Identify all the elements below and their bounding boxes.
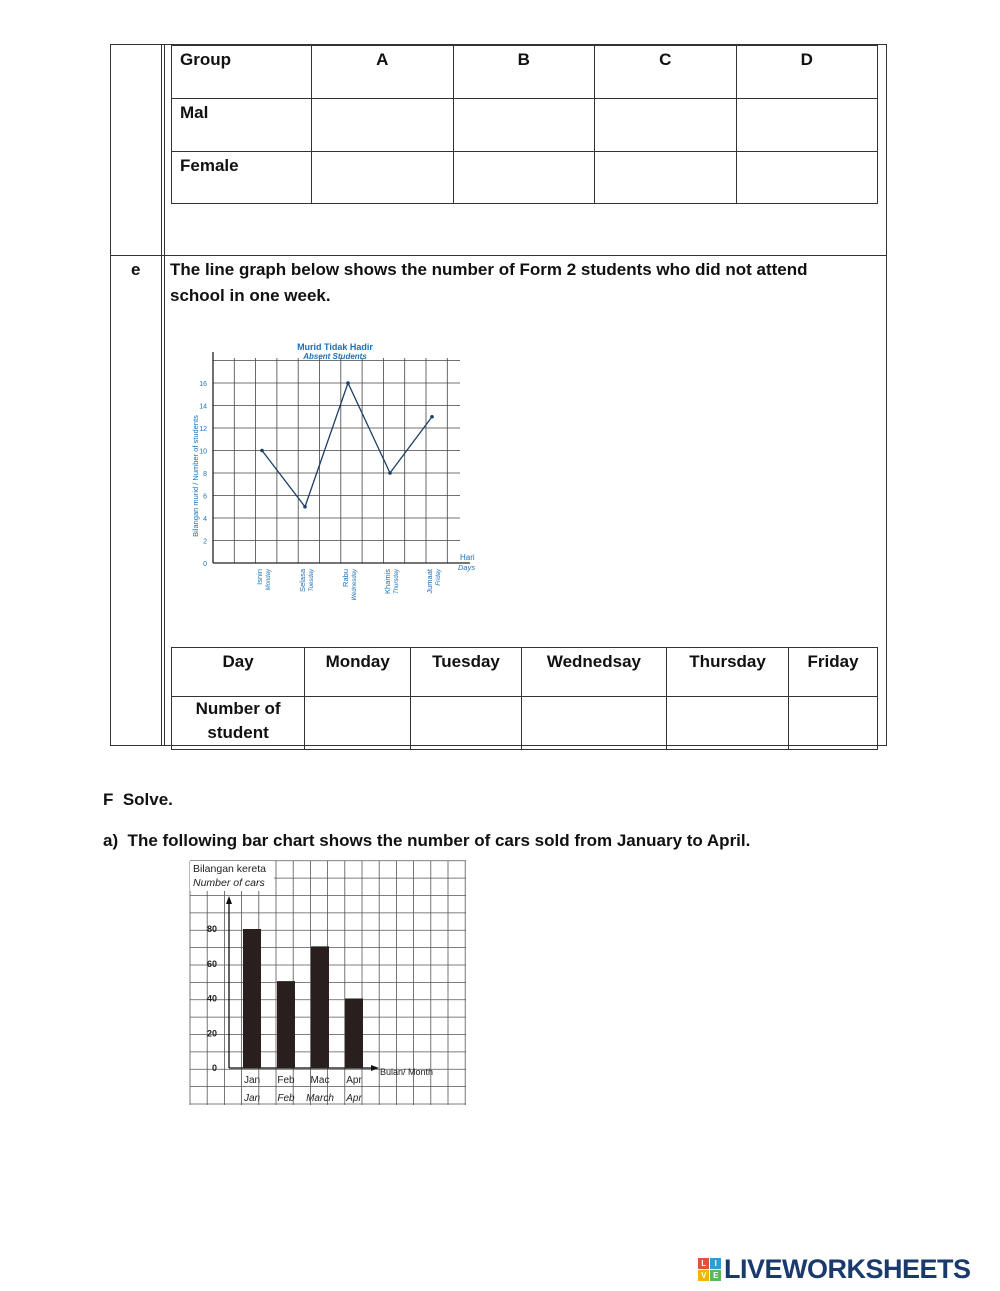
- x-tick-label-en: Tuesday: [309, 568, 315, 592]
- bar: [277, 981, 295, 1068]
- bar: [243, 929, 261, 1068]
- header-group: Group: [171, 45, 312, 99]
- x-tick-label: Feb: [277, 1075, 295, 1086]
- row-label-line-2: student: [207, 723, 269, 742]
- question-a-text: a) The following bar chart shows the num…: [103, 831, 751, 850]
- header-day: Day: [170, 647, 306, 697]
- row-label-number-of-student: Number of student: [170, 696, 306, 750]
- y-tick-label: 20: [207, 1028, 217, 1038]
- y-tick-label: 80: [207, 924, 217, 934]
- header-wednesday: Wednedsay: [520, 647, 668, 697]
- logo-text: LIVEWORKSHEETS: [724, 1254, 971, 1284]
- x-tick-label: Khamis: [383, 569, 392, 594]
- cars-sold-bar-chart: Bilangan kereta Number of cars 0 20 40 60 80…: [189, 860, 466, 1105]
- x-tick-label: Isnin: [255, 569, 264, 585]
- y-tick-label: 60: [207, 959, 217, 969]
- y-tick-label: 0: [212, 1063, 217, 1073]
- answer-cell[interactable]: [735, 98, 878, 152]
- y-tick-label: 16: [199, 381, 207, 388]
- row-label-female: Female: [171, 151, 312, 204]
- answer-cell[interactable]: [594, 151, 737, 204]
- y-axis-arrow-icon: [226, 896, 232, 904]
- question-e-label: e: [131, 260, 141, 279]
- y-tick-label: 6: [203, 494, 207, 501]
- header-c: C: [594, 45, 737, 99]
- y-tick-label: 14: [199, 404, 207, 411]
- group-table: Group A B C D Mal Female: [171, 45, 878, 204]
- answer-cell[interactable]: [594, 98, 737, 152]
- header-d: D: [735, 45, 878, 99]
- y-tick-label: 12: [199, 426, 207, 433]
- row-label-male: Mal: [171, 98, 312, 152]
- y-tick-label: 0: [203, 561, 207, 568]
- logo-letter: L: [698, 1258, 709, 1269]
- y-tick-label: 2: [203, 539, 207, 546]
- y-axis-label-2: Number of cars: [193, 877, 266, 889]
- x-tick-label-en: Friday: [436, 568, 442, 586]
- answer-cell[interactable]: [410, 696, 522, 750]
- row-label-line-1: Number of: [195, 699, 281, 718]
- answer-cell[interactable]: [452, 151, 595, 204]
- answer-cell[interactable]: [311, 151, 454, 204]
- x-axis-label-2: Days: [458, 563, 475, 572]
- header-tuesday: Tuesday: [410, 647, 522, 697]
- x-tick-label-en: March: [306, 1093, 334, 1104]
- data-line: [261, 381, 433, 509]
- data-point: [346, 381, 350, 385]
- header-a: A: [311, 45, 454, 99]
- data-point: [260, 448, 264, 453]
- liveworksheets-logo: LIVE LIVEWORKSHEETS: [698, 1254, 971, 1285]
- x-tick-label-en: Thursday: [394, 568, 400, 594]
- x-tick-label-en: Jan: [243, 1093, 261, 1104]
- x-tick-label-en: Wednesday: [352, 568, 358, 601]
- question-e-text-2: school in one week.: [170, 286, 331, 305]
- y-tick-label: 8: [203, 471, 207, 478]
- x-tick-label-en: Apr: [345, 1093, 362, 1104]
- header-friday: Friday: [788, 647, 878, 697]
- chart-title: Murid Tidak Hadir: [297, 342, 373, 352]
- data-point: [388, 471, 392, 475]
- x-tick-label: Jan: [244, 1075, 260, 1086]
- y-axis-label: Bilangan murid / Number of students: [191, 415, 200, 537]
- worksheet-page: Group A B C D Mal Female e The line grap…: [0, 0, 1000, 1291]
- day-table: Day Monday Tuesday Wednedsay Thursday Fr…: [170, 647, 878, 750]
- logo-mark-icon: LIVE: [698, 1258, 721, 1281]
- header-monday: Monday: [304, 647, 412, 697]
- answer-cell[interactable]: [788, 696, 878, 750]
- x-tick-label: Mac: [311, 1075, 330, 1086]
- y-axis-label-1: Bilangan kereta: [193, 863, 266, 875]
- absent-students-line-chart: Murid Tidak Hadir Absent Students Bilang…: [191, 342, 475, 601]
- x-axis-label: Bulan/ Month: [380, 1067, 433, 1077]
- y-tick-label: 4: [203, 516, 207, 523]
- data-point: [430, 414, 434, 419]
- answer-cell[interactable]: [311, 98, 454, 152]
- x-tick-label: Rabu: [341, 569, 350, 587]
- logo-letter: V: [698, 1270, 709, 1281]
- x-axis-label-1: Hari: [460, 553, 475, 562]
- logo-letter: I: [710, 1258, 721, 1269]
- bar: [345, 998, 363, 1068]
- logo-letter: E: [710, 1270, 721, 1281]
- answer-cell[interactable]: [665, 696, 790, 750]
- y-tick-label: 40: [207, 994, 217, 1004]
- header-thursday: Thursday: [665, 647, 790, 697]
- x-tick-label: Selasa: [298, 568, 307, 592]
- answer-cell[interactable]: [452, 98, 595, 152]
- x-tick-label-en: Feb: [277, 1093, 295, 1104]
- x-tick-label: Jumaat: [425, 568, 434, 594]
- x-tick-label-en: Monday: [266, 568, 272, 590]
- x-axis-arrow-icon: [371, 1065, 379, 1071]
- bar: [311, 946, 329, 1068]
- section-f-heading: F Solve.: [103, 790, 173, 809]
- answer-cell[interactable]: [304, 696, 412, 750]
- question-e-text-1: The line graph below shows the number of…: [170, 260, 808, 279]
- data-point: [303, 504, 307, 509]
- y-tick-label: 10: [199, 449, 207, 456]
- x-tick-label: Apr: [346, 1075, 362, 1086]
- chart-subtitle: Absent Students: [302, 352, 367, 361]
- answer-cell[interactable]: [735, 151, 878, 204]
- answer-cell[interactable]: [520, 696, 668, 750]
- header-b: B: [452, 45, 595, 99]
